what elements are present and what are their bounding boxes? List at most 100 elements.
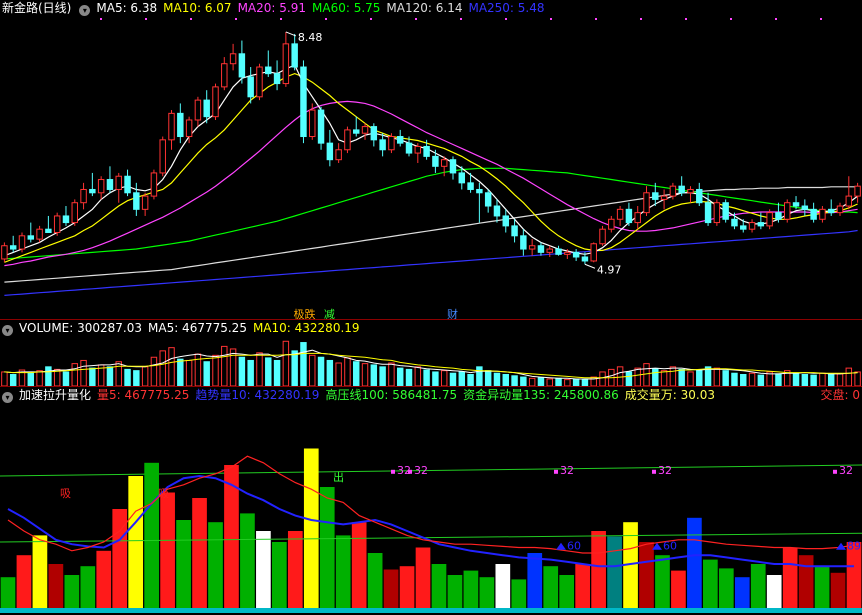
volume-bar (238, 356, 246, 386)
accel-bar (224, 465, 239, 608)
indicator-legend: 量5: 467775.25 趋势量10: 432280.19 高压线100: 586… (97, 388, 721, 402)
volume-bar (282, 340, 290, 386)
mark32-label: 32 (414, 464, 428, 477)
candle-body (124, 175, 131, 194)
ma-legend-item: MA20: 5.91 (237, 1, 306, 15)
candle-body (669, 185, 677, 197)
accel-bar (383, 569, 399, 608)
volume-bar (414, 366, 422, 386)
volume-panel-toggle-icon[interactable]: ▾ (2, 325, 13, 336)
candle-body (687, 188, 694, 194)
volume-bar (572, 378, 580, 386)
top-dot-marker (595, 18, 597, 20)
candle-body (440, 159, 448, 167)
candle-body (810, 208, 817, 220)
volume-bar (9, 374, 17, 386)
buy-signal-label: 吸 (158, 487, 169, 500)
accel-bar (431, 564, 447, 608)
accel-bar (575, 564, 590, 608)
volume-bar (537, 377, 545, 386)
indicator-title: 加速拉升量化 (19, 388, 92, 402)
volume-bar (528, 377, 536, 386)
accel-bar (32, 535, 48, 608)
volume-bar (643, 363, 650, 386)
volume-bar (520, 376, 527, 386)
accel-bar (447, 575, 463, 608)
candle-body (423, 145, 430, 157)
candle-body (784, 202, 791, 220)
volume-bar (757, 374, 765, 386)
volume-bar (247, 359, 254, 386)
volume-bar (440, 370, 448, 386)
candle-body (1, 245, 8, 260)
stock-title: 新金路(日线) (2, 1, 72, 15)
volume-bar (687, 371, 694, 386)
candle-body (854, 185, 861, 197)
candle-body (405, 142, 413, 154)
candle-body (159, 139, 166, 174)
top-dot-marker (685, 18, 687, 20)
accel-bar (830, 572, 846, 608)
price-chart[interactable]: 8.484.97极跌减财 (0, 16, 862, 320)
volume-bar (168, 347, 175, 386)
accel-bar (64, 575, 80, 608)
volume-bar (344, 357, 351, 386)
candle-body (89, 188, 96, 194)
mark-count-label: 89 (847, 540, 861, 553)
accel-bar (399, 566, 415, 608)
candle-body (572, 251, 580, 258)
accel-bar (128, 476, 144, 608)
candle-body (106, 179, 114, 190)
indicator-legend-item: 高压线100: 586481.75 (325, 388, 458, 402)
candle-body (792, 202, 800, 207)
volume-bar (722, 370, 729, 386)
price-panel-toggle-icon[interactable]: ▾ (79, 5, 91, 16)
candle-body (414, 145, 422, 154)
ma-legend-item: MA120: 6.14 (386, 1, 463, 15)
candle-body (564, 251, 571, 255)
mark32-label: 32 (560, 464, 574, 477)
top-dot-marker (190, 18, 192, 20)
volume-bar (546, 378, 553, 386)
volume-bar (678, 368, 685, 386)
ma-legend-item: MA5: 6.38 (96, 1, 158, 15)
candle-body (36, 228, 43, 240)
candle-body (18, 235, 26, 250)
volume-bar (256, 352, 263, 386)
volume-chart[interactable] (0, 336, 862, 386)
volume-bar (819, 372, 826, 386)
candle-body (27, 235, 35, 240)
indicator-panel-toggle-icon[interactable]: ▾ (2, 392, 13, 403)
candle-body (194, 99, 202, 121)
volume-bar (335, 362, 342, 386)
volume-bar (634, 367, 641, 386)
volume-bar (229, 348, 237, 386)
volume-bar (115, 361, 122, 386)
candle-body (581, 256, 589, 262)
accel-bar (766, 575, 782, 608)
indicator-chart[interactable]: 吸吸出32 32 32 32 3260 60 89 (0, 403, 862, 615)
volume-bar (713, 367, 721, 386)
volume-bar (89, 367, 96, 386)
accel-bar (48, 564, 64, 608)
volume-bar (423, 369, 430, 386)
candle-body (168, 112, 175, 141)
volume-bar (300, 342, 307, 386)
volume-bar (326, 359, 334, 386)
accel-bar (607, 536, 622, 608)
candle-body (634, 212, 641, 224)
candle-body (537, 245, 545, 253)
candle-body (704, 202, 712, 224)
volume-bar (185, 359, 193, 386)
volume-panel-header: ▾ VOLUME: 300287.03 MA5: 467775.25 MA10: 43… (0, 320, 366, 336)
candle-body (45, 228, 52, 233)
candle-body (185, 119, 193, 138)
ma5-line (4, 64, 858, 257)
candle-body (115, 175, 122, 190)
top-dot-marker (820, 18, 822, 20)
candle-body (344, 129, 351, 151)
top-dot-marker (100, 18, 102, 20)
volume-bar (1, 371, 8, 386)
volume-bar (353, 361, 360, 386)
candle-body (326, 142, 334, 161)
